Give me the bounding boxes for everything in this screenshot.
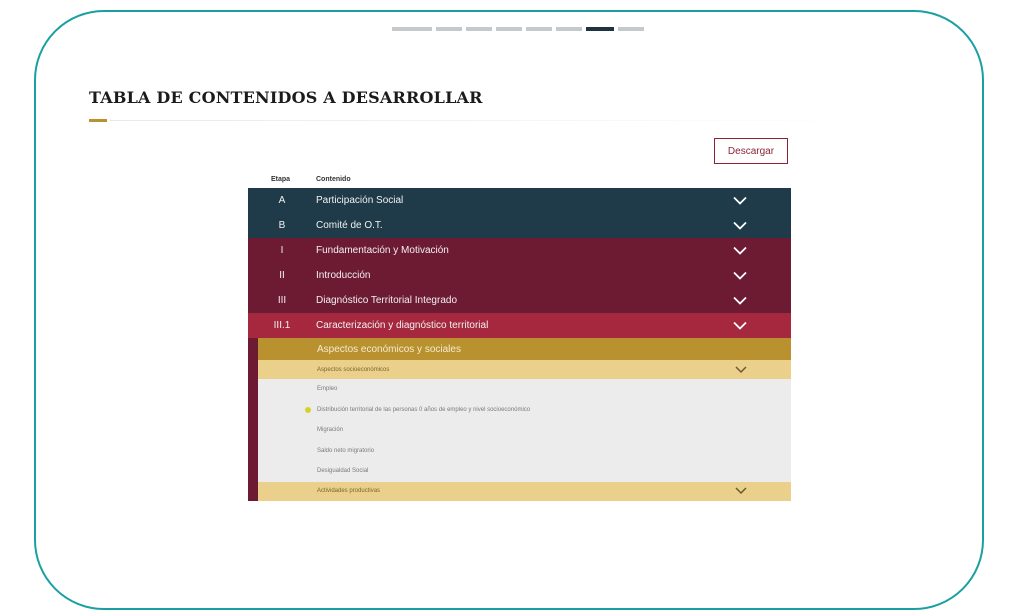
header-content: Contenido [316, 176, 351, 183]
page-title: TABLA DE CONTENIDOS A DESARROLLAR [89, 88, 483, 107]
item-label: Migración [317, 427, 344, 434]
item-label: Empleo [317, 386, 338, 393]
progress-step-3[interactable] [466, 27, 492, 31]
table-row[interactable]: III.1 Caracterización y diagnóstico terr… [248, 313, 791, 338]
row-label: Diagnóstico Territorial Integrado [316, 295, 458, 306]
list-item[interactable]: Desigualdad Social [258, 461, 791, 482]
progress-step-4[interactable] [496, 27, 522, 31]
subsection-row[interactable]: Actividades productivas [258, 481, 791, 501]
row-label: Comité de O.T. [316, 220, 383, 231]
section-label: Aspectos económicos y sociales [317, 343, 461, 355]
chevron-down-icon[interactable] [733, 246, 747, 255]
chevron-down-icon[interactable] [733, 296, 747, 305]
slide-progress [392, 27, 644, 31]
progress-step-8[interactable] [618, 27, 644, 31]
progress-step-2[interactable] [436, 27, 462, 31]
title-divider [110, 120, 870, 121]
table-row[interactable]: III Diagnóstico Territorial Integrado [248, 288, 791, 313]
chevron-down-icon[interactable] [733, 271, 747, 280]
chevron-down-icon[interactable] [735, 487, 747, 495]
chevron-down-icon[interactable] [735, 365, 747, 374]
expanded-section: Aspectos económicos y sociales Aspectos … [248, 338, 791, 501]
row-stage: A [278, 195, 286, 206]
section-row[interactable]: Aspectos económicos y sociales [258, 338, 791, 360]
chevron-down-icon[interactable] [733, 196, 747, 205]
row-label: Participación Social [316, 195, 404, 206]
table-row[interactable]: II Introducción [248, 263, 791, 288]
list-item[interactable]: Migración [258, 420, 791, 441]
progress-step-5[interactable] [526, 27, 552, 31]
contents-table: A Participación Social B Comité de O.T. … [248, 188, 791, 501]
item-label: Saldo neto migratorio [317, 447, 375, 454]
chevron-up-icon[interactable] [733, 321, 747, 330]
download-button[interactable]: Descargar [714, 138, 788, 164]
item-label: Desigualdad Social [317, 468, 369, 475]
progress-step-7[interactable] [586, 27, 614, 31]
table-row[interactable]: I Fundamentación y Motivación [248, 238, 791, 263]
row-stage: III [277, 295, 287, 306]
row-label: Caracterización y diagnóstico territoria… [316, 320, 489, 331]
chevron-down-icon[interactable] [733, 221, 747, 230]
progress-step-6[interactable] [556, 27, 582, 31]
subsection-row[interactable]: Aspectos socioeconómicos [258, 360, 791, 379]
table-row[interactable]: A Participación Social [248, 188, 791, 213]
list-item[interactable]: Empleo [258, 379, 791, 400]
title-accent [89, 119, 107, 122]
row-stage: I [280, 245, 284, 256]
table-row[interactable]: B Comité de O.T. [248, 213, 791, 238]
row-stage: B [278, 220, 286, 231]
list-item[interactable]: Saldo neto migratorio [258, 440, 791, 461]
row-label: Introducción [316, 270, 371, 281]
row-stage: III.1 [273, 320, 291, 331]
progress-step-1[interactable] [392, 27, 432, 31]
subsection-label: Aspectos socioeconómicos [317, 366, 390, 373]
active-dot-icon [305, 406, 311, 413]
list-item[interactable]: Distribución territorial de las personas… [258, 399, 791, 420]
item-label: Distribución territorial de las personas… [317, 406, 531, 413]
subsection-label: Actividades productivas [317, 488, 381, 494]
row-stage: II [279, 270, 285, 281]
header-stage: Etapa [271, 176, 291, 183]
row-label: Fundamentación y Motivación [316, 245, 449, 256]
